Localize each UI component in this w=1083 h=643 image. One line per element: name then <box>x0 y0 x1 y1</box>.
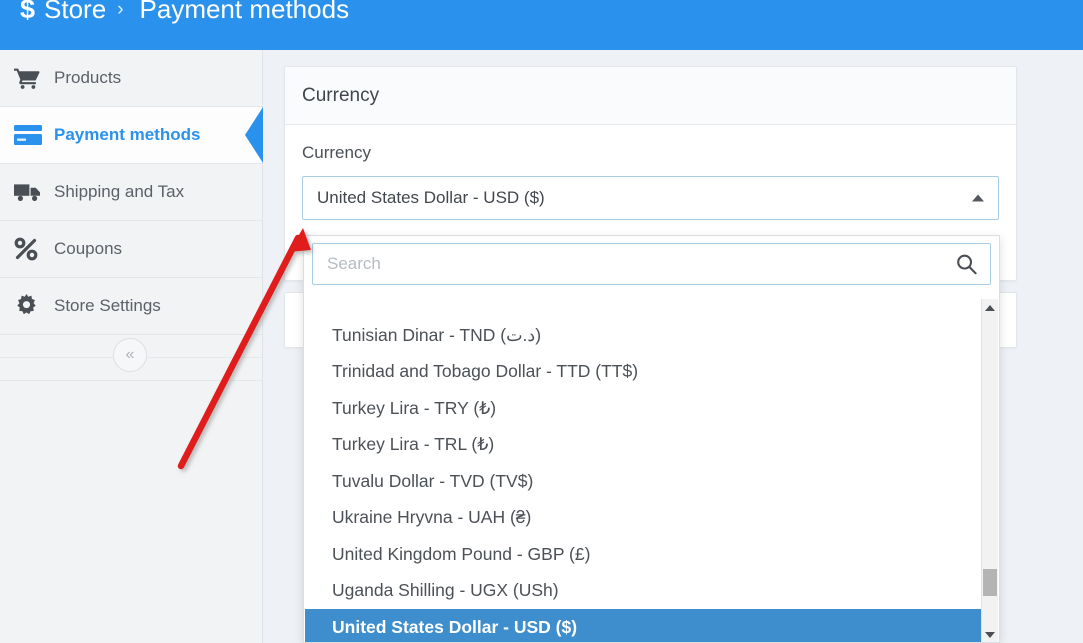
dollar-sign-icon: $ <box>20 0 36 24</box>
currency-select-value: United States Dollar - USD ($) <box>317 188 545 207</box>
sidebar-item-store-settings[interactable]: Store Settings <box>0 278 262 335</box>
sidebar-item-payment-methods[interactable]: Payment methods <box>0 107 263 164</box>
breadcrumb: $ Store › Payment methods <box>20 0 349 25</box>
sidebar-item-label: Coupons <box>54 239 123 258</box>
sidebar-item-label: Payment methods <box>54 125 201 144</box>
list-item[interactable]: Trinidad and Tobago Dollar - TTD (TT$) <box>305 353 983 390</box>
currency-option-list[interactable]: Tunisian Dinar - TND (د.ت) Trinidad and … <box>305 299 983 642</box>
percent-icon <box>14 237 54 261</box>
sidebar-item-shipping-and-tax[interactable]: Shipping and Tax <box>0 164 262 221</box>
dropdown-search-row: Search <box>304 236 999 291</box>
scrollbar-thumb[interactable] <box>983 569 997 596</box>
breadcrumb-store-link[interactable]: Store <box>44 0 106 25</box>
sidebar-collapse-row: « <box>0 335 262 381</box>
dropdown-search-field[interactable]: Search <box>312 243 991 285</box>
list-item[interactable]: Turkey Lira - TRL (₺) <box>305 426 983 463</box>
card-title: Currency <box>285 67 1016 125</box>
sidebar-item-label: Products <box>54 68 122 87</box>
scroll-down-arrow-icon[interactable] <box>982 626 998 642</box>
active-item-pointer <box>245 107 263 163</box>
list-item[interactable]: Tunisian Dinar - TND (د.ت) <box>305 317 983 354</box>
list-item[interactable]: Ukraine Hryvna - UAH (₴) <box>305 499 983 536</box>
breadcrumb-separator-icon: › <box>117 0 124 20</box>
sidebar: Products Payment methods Shipping and Ta… <box>0 50 263 643</box>
list-item[interactable]: United Kingdom Pound - GBP (£) <box>305 536 983 573</box>
sidebar-item-label: Store Settings <box>54 296 161 315</box>
list-item[interactable]: Turkey Lira - TRY (₺) <box>305 390 983 427</box>
breadcrumb-current-page: Payment methods <box>139 0 350 24</box>
app-header-bar: $ Store › Payment methods <box>0 0 1083 50</box>
shopping-cart-icon <box>14 67 54 89</box>
sidebar-item-label: Shipping and Tax <box>54 182 185 201</box>
sidebar-collapse-button[interactable]: « <box>113 338 147 372</box>
credit-card-icon <box>14 125 54 145</box>
gear-icon <box>14 293 54 319</box>
currency-field-label: Currency <box>302 143 371 162</box>
truck-icon <box>14 182 54 202</box>
list-item-selected[interactable]: United States Dollar - USD ($) <box>305 608 983 642</box>
caret-up-icon <box>972 194 984 202</box>
scroll-up-arrow-icon[interactable] <box>982 299 998 316</box>
sidebar-item-products[interactable]: Products <box>0 50 262 107</box>
sidebar-item-coupons[interactable]: Coupons <box>0 221 262 278</box>
dropdown-scrollbar[interactable] <box>981 299 998 642</box>
currency-dropdown-panel: Search Tunisian Dinar - TND (د.ت) Trinid… <box>303 235 1000 643</box>
list-item[interactable]: Tuvalu Dollar - TVD (TV$) <box>305 463 983 500</box>
list-item[interactable]: Uganda Shilling - UGX (USh) <box>305 572 983 609</box>
list-item[interactable] <box>305 299 983 317</box>
search-icon[interactable] <box>956 254 977 275</box>
currency-select[interactable]: United States Dollar - USD ($) <box>302 176 999 220</box>
search-input-placeholder: Search <box>327 254 381 273</box>
